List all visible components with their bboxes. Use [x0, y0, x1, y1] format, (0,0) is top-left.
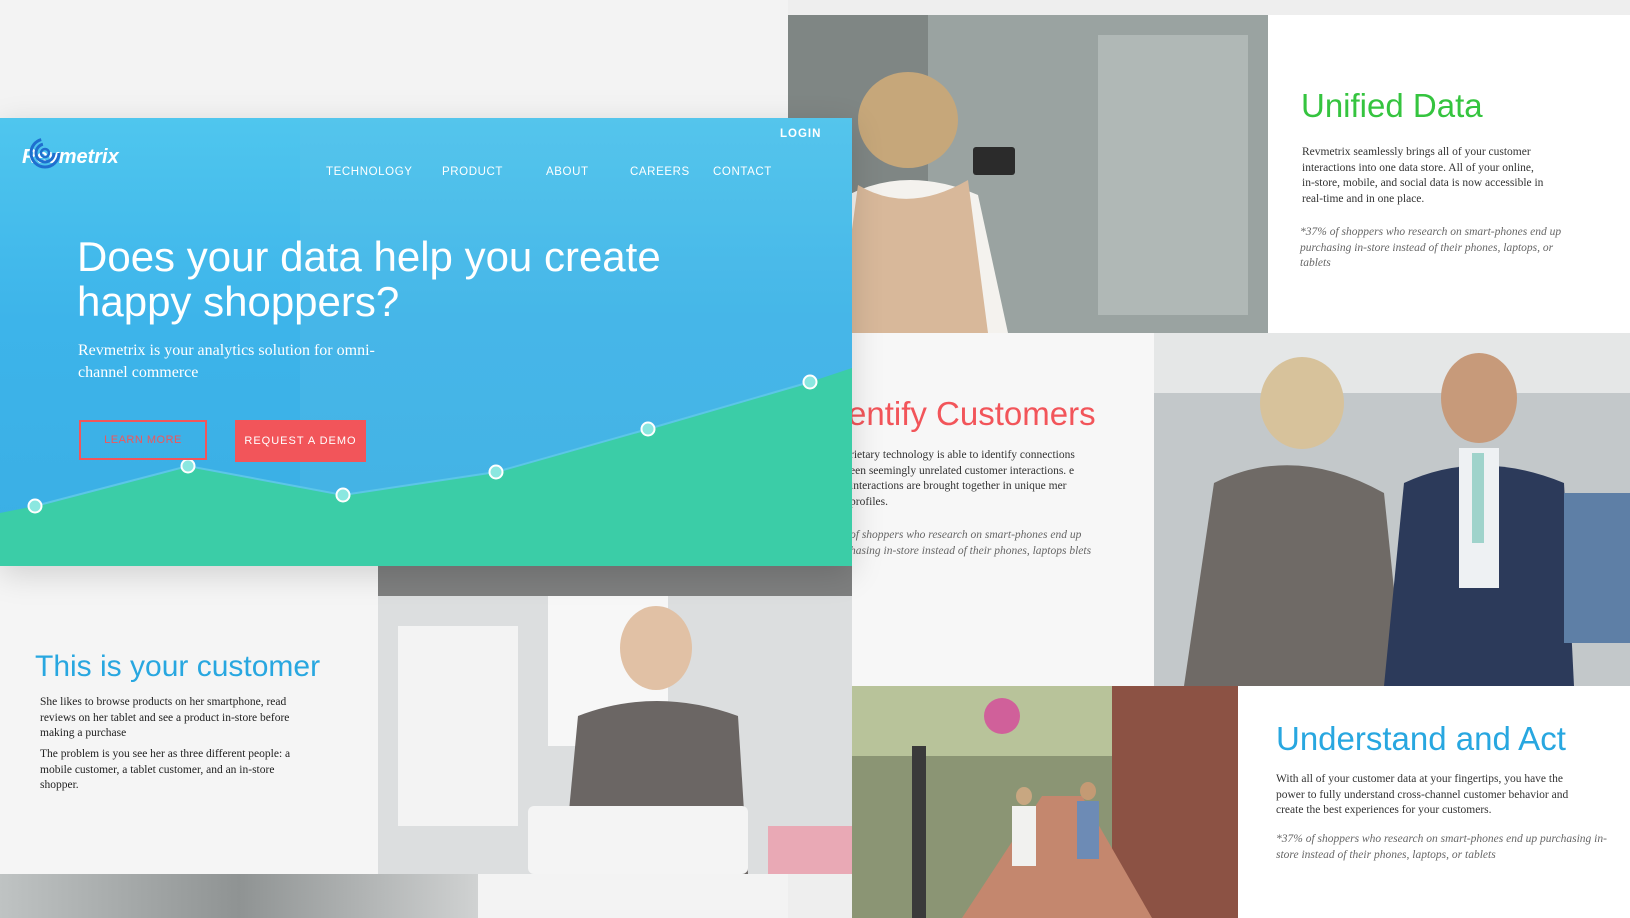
unified-title: Unified Data [1301, 87, 1483, 124]
understand-note: *37% of shoppers who research on smart-p… [1276, 833, 1607, 861]
hero-title: Does your data help you create happy sho… [77, 233, 661, 325]
unified-body: Revmetrix seamlessly brings all of your … [1302, 146, 1544, 205]
nav-product[interactable]: PRODUCT [442, 166, 503, 178]
understand-body: With all of your customer data at your f… [1276, 773, 1569, 816]
hero-subtitle: Revmetrix is your analytics solution for… [78, 342, 375, 381]
identify-body: rietary technology is able to identify c… [852, 449, 1075, 508]
photo-strip [0, 874, 478, 918]
card-identify-customers: entify Customers rietary technology is a… [852, 333, 1154, 686]
nav-technology[interactable]: TECHNOLOGY [326, 166, 413, 178]
nav-careers[interactable]: CAREERS [630, 166, 690, 178]
request-demo-button[interactable]: REQUEST A DEMO [235, 420, 366, 462]
brand-logo[interactable]: Revmetrix [22, 136, 119, 169]
photo-woman-on-laptop [378, 566, 852, 874]
customer-p2: The problem is you see her as three diff… [40, 748, 291, 791]
nav-contact[interactable]: CONTACT [713, 166, 772, 178]
login-link[interactable]: LOGIN [780, 128, 821, 140]
card-understand-and-act: Understand and Act With all of your cust… [1238, 686, 1630, 918]
customer-p1: She likes to browse products on her smar… [40, 696, 290, 739]
unified-note: *37% of shoppers who research on smart-p… [1300, 226, 1562, 269]
hero-section: Revmetrix LOGIN TECHNOLOGY PRODUCT ABOUT… [0, 118, 852, 566]
card-unified-data: Unified Data Revmetrix seamlessly brings… [1268, 15, 1630, 333]
learn-more-button[interactable]: LEARN MORE [79, 420, 207, 460]
understand-title: Understand and Act [1276, 720, 1566, 757]
identify-title: entify Customers [852, 395, 1096, 432]
photo-woman-with-salesman [1154, 333, 1630, 686]
card-this-is-your-customer: This is your customer She likes to brows… [0, 566, 378, 874]
nav-about[interactable]: ABOUT [546, 166, 589, 178]
photo-street-shoppers [852, 686, 1238, 918]
identify-note: of shoppers who research on smart-phones… [852, 529, 1092, 557]
customer-title: This is your customer [35, 650, 321, 683]
logo-swirl-icon [29, 137, 61, 169]
photo-woman-window-shopping [788, 15, 1268, 333]
